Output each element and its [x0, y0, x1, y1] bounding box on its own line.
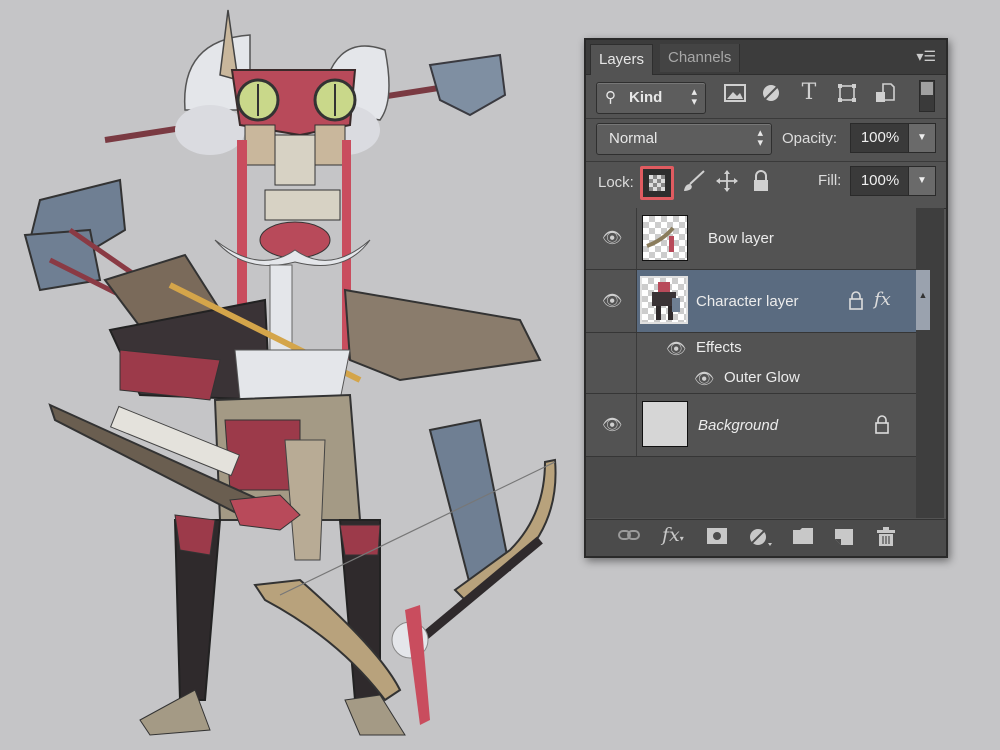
- updown-arrows-icon: ▴ ▾: [691, 86, 697, 108]
- mask-face: [230, 69, 357, 186]
- add-style-icon[interactable]: fx▾: [662, 524, 684, 546]
- filter-toggle-switch[interactable]: [919, 80, 935, 112]
- layer-row-character[interactable]: 👁 Character layer fx ▲: [586, 270, 930, 333]
- filter-kind-label: Kind: [629, 89, 663, 106]
- layer-thumbnail: [640, 276, 688, 324]
- fill-label: Fill:: [818, 172, 842, 189]
- adjustment-filter-icon[interactable]: [760, 83, 782, 105]
- effect-row-outer-glow[interactable]: 👁 Outer Glow: [586, 363, 916, 394]
- new-group-icon[interactable]: [792, 527, 814, 550]
- visibility-eye-icon[interactable]: 👁: [602, 291, 622, 311]
- layer-lock-icon: [874, 414, 890, 439]
- layer-effects-fx-icon[interactable]: fx: [874, 289, 891, 310]
- type-filter-icon[interactable]: T: [798, 82, 820, 104]
- visibility-eye-icon[interactable]: 👁: [694, 369, 714, 389]
- filter-kind-select[interactable]: ⚲ Kind ▴ ▾: [596, 82, 706, 114]
- layers-scrollbar[interactable]: [916, 208, 944, 518]
- tab-layers[interactable]: Layers: [590, 44, 654, 75]
- layer-name: Bow layer: [708, 230, 774, 247]
- visibility-eye-icon[interactable]: 👁: [666, 339, 686, 359]
- opacity-input[interactable]: 100%: [850, 123, 910, 153]
- dropdown-caret-icon: ▾: [679, 534, 684, 543]
- fx-glyph: fx: [662, 524, 680, 546]
- adjustment-layer-icon[interactable]: [748, 527, 774, 552]
- fill-dropdown-button[interactable]: ▼: [908, 166, 936, 196]
- fill-input[interactable]: 100%: [850, 166, 910, 196]
- visibility-eye-icon[interactable]: 👁: [602, 228, 622, 248]
- blend-mode-select[interactable]: Normal ▴ ▾: [596, 123, 772, 155]
- blend-row: Normal ▴ ▾ Opacity: 100% ▼: [586, 119, 946, 162]
- layer-name: Background: [698, 417, 779, 434]
- legs: [139, 514, 406, 736]
- search-icon: ⚲: [605, 89, 616, 106]
- effect-name: Outer Glow: [724, 369, 800, 386]
- layers-footer-toolbar: fx▾: [586, 519, 946, 556]
- effects-row[interactable]: 👁 Effects: [586, 333, 916, 364]
- lock-row: Lock: Fill: 100% ▼: [586, 162, 946, 209]
- scrollbar-thumb[interactable]: ▲: [916, 270, 930, 330]
- link-layers-icon[interactable]: [618, 527, 640, 548]
- character-artwork: [23, 9, 557, 736]
- shape-filter-icon[interactable]: [836, 83, 858, 105]
- lock-position-icon[interactable]: [716, 170, 738, 197]
- panel-menu-icon[interactable]: ▾☰: [916, 48, 936, 65]
- tab-channels[interactable]: Channels: [660, 44, 741, 72]
- lock-label: Lock:: [598, 174, 634, 191]
- visibility-eye-icon[interactable]: 👁: [602, 415, 622, 435]
- effects-label: Effects: [696, 339, 742, 356]
- lock-image-pixels-icon[interactable]: [682, 170, 706, 197]
- lock-transparent-pixels-icon: [649, 175, 665, 191]
- delete-layer-icon[interactable]: [876, 527, 896, 552]
- layer-name: Character layer: [696, 293, 799, 310]
- panel-tab-bar: Layers Channels ▾☰: [586, 40, 946, 75]
- lock-all-icon[interactable]: [752, 170, 770, 197]
- layer-row-background[interactable]: 👁 Background: [586, 394, 916, 457]
- layer-thumbnail: [642, 401, 688, 447]
- layers-panel: Layers Channels ▾☰ ⚲ Kind ▴ ▾ T Normal ▴ ▾…: [584, 38, 948, 558]
- add-mask-icon[interactable]: [706, 527, 728, 550]
- layer-row-bow[interactable]: 👁 Bow layer: [586, 208, 916, 270]
- pixel-filter-icon[interactable]: [724, 84, 746, 106]
- smart-object-filter-icon[interactable]: [874, 83, 896, 105]
- lock-transparent-pixels-button[interactable]: [640, 166, 674, 200]
- opacity-label: Opacity:: [782, 130, 838, 147]
- opacity-dropdown-button[interactable]: ▼: [908, 123, 936, 153]
- updown-arrows-icon: ▴ ▾: [757, 127, 763, 149]
- layer-lock-icon: [848, 290, 864, 315]
- new-layer-icon[interactable]: [834, 527, 854, 552]
- blend-mode-value: Normal: [609, 130, 658, 147]
- layer-thumbnail: [642, 215, 688, 261]
